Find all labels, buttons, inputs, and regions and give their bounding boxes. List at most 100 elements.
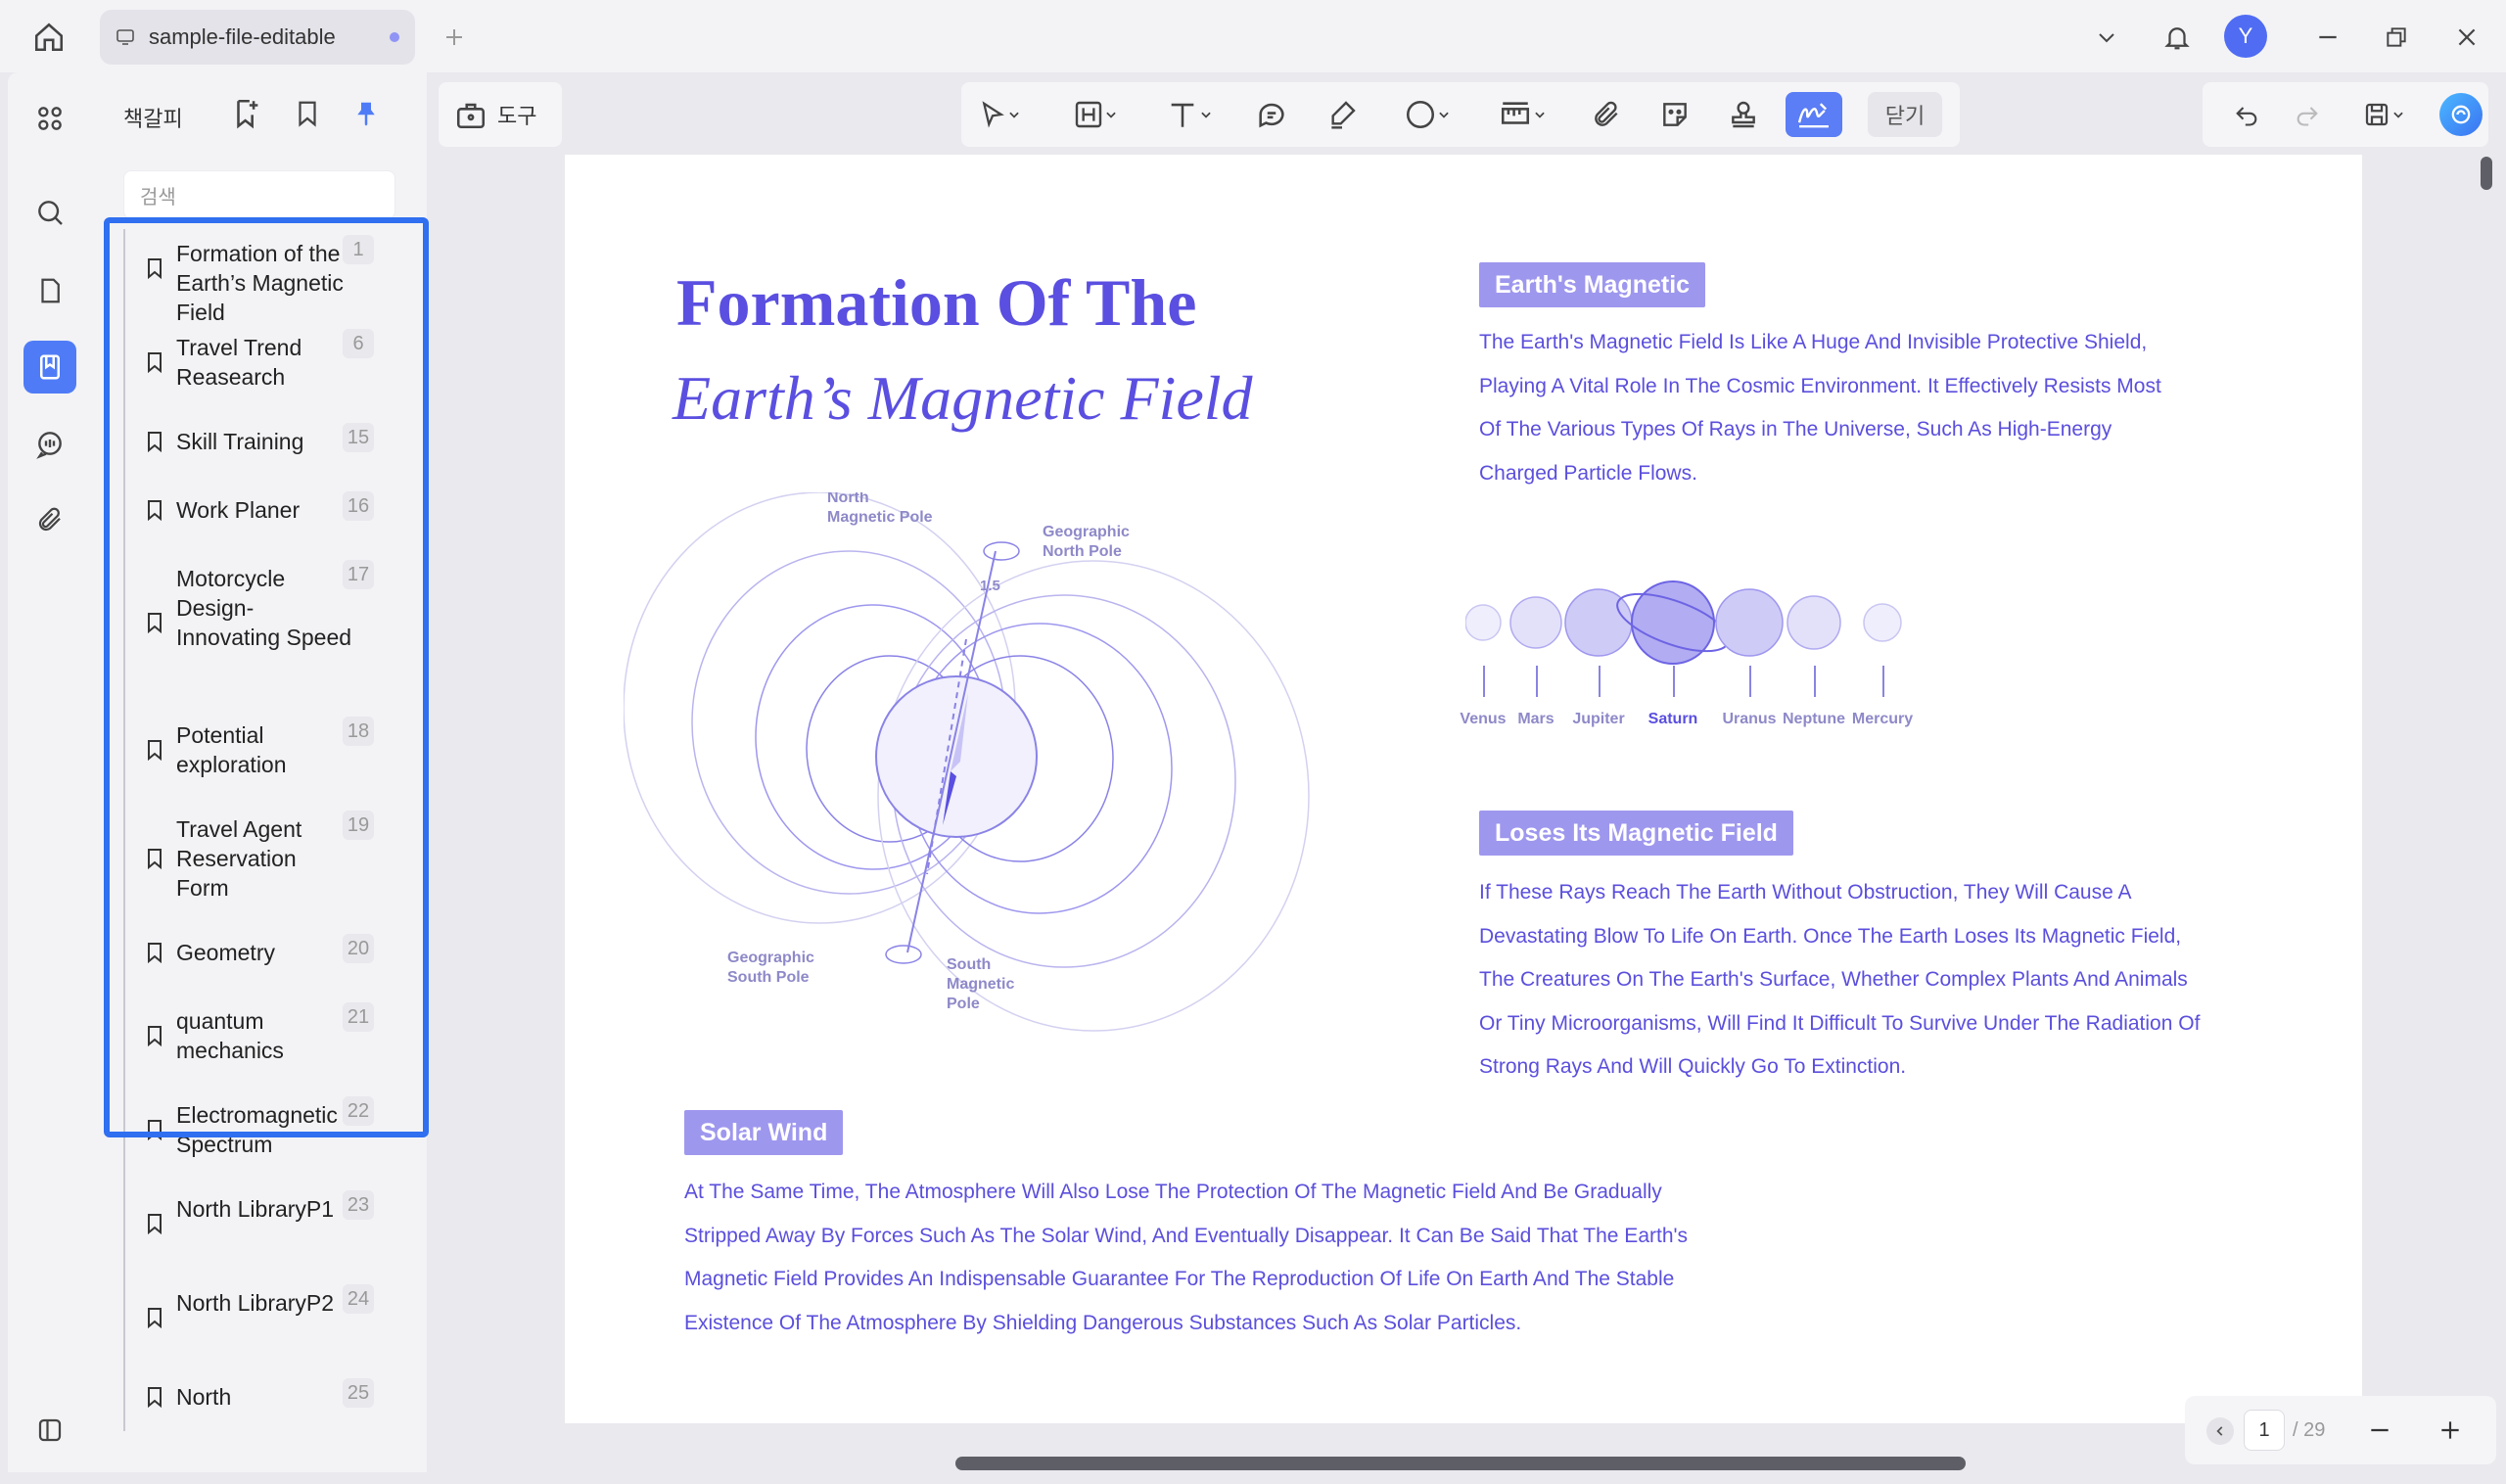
- svg-text:Geographic: Geographic: [1043, 524, 1130, 540]
- highlighter-icon[interactable]: [1320, 92, 1365, 137]
- page-number-input[interactable]: 1: [2244, 1410, 2285, 1451]
- bookmark-page-number: 19: [343, 811, 374, 840]
- prev-page-icon[interactable]: [2206, 1417, 2234, 1445]
- bookmark-panel-icon[interactable]: [23, 341, 76, 394]
- toolbox-icon: [456, 103, 486, 129]
- bookmark-item[interactable]: Geometry 20: [123, 928, 409, 997]
- bookmark-tree-line: [123, 928, 125, 997]
- comment-icon[interactable]: [1249, 92, 1294, 137]
- bookmark-page-number: 22: [343, 1096, 374, 1126]
- bookmark-item[interactable]: Work Planer 16: [123, 486, 409, 554]
- textbox-icon[interactable]: [1061, 92, 1130, 137]
- bookmark-page-number: 1: [343, 235, 374, 264]
- undo-icon[interactable]: [2224, 92, 2269, 137]
- bookmark-label: Work Planer: [176, 497, 301, 523]
- vertical-scrollbar[interactable]: [2481, 157, 2492, 190]
- shape-icon[interactable]: [1392, 92, 1462, 137]
- tools-label: 도구: [497, 104, 537, 128]
- signature-icon[interactable]: [1786, 92, 1842, 137]
- bell-icon[interactable]: [2154, 14, 2201, 61]
- stamp-icon[interactable]: [1721, 92, 1766, 137]
- bookmark-item[interactable]: North 25: [123, 1372, 409, 1431]
- bookmark-panel: 책갈피 검색 Formation of the Earth’s Magnetic…: [96, 72, 427, 1472]
- svg-text:South: South: [947, 956, 991, 973]
- bookmark-flag-icon: [145, 739, 164, 762]
- close-toolbar-button[interactable]: 닫기: [1868, 92, 1942, 137]
- layout-icon[interactable]: [23, 1404, 76, 1457]
- pin-icon[interactable]: [347, 94, 386, 133]
- bookmark-page-number: 6: [343, 329, 374, 358]
- bookmark-label: Formation of the Earth’s Magnetic Field: [176, 241, 344, 325]
- attach-file-icon[interactable]: [1584, 92, 1629, 137]
- redo-icon[interactable]: [2285, 92, 2330, 137]
- zoom-in-icon[interactable]: [2430, 1410, 2471, 1451]
- bookmark-label: Skill Training: [176, 429, 304, 454]
- chevron-down-icon[interactable]: [2083, 14, 2130, 61]
- planet-tick: [1749, 666, 1751, 697]
- measure-icon[interactable]: [1486, 92, 1558, 137]
- bookmark-page-number: 16: [343, 491, 374, 521]
- bookmark-item[interactable]: North LibraryP2 24: [123, 1278, 409, 1372]
- bookmark-label: Travel Trend Reasearch: [176, 335, 302, 390]
- bookmark-label: North LibraryP2: [176, 1290, 335, 1316]
- svg-text:North: North: [827, 492, 869, 506]
- bookmark-tree-line: [123, 229, 125, 323]
- bookmark-item[interactable]: Travel Trend Reasearch 6: [123, 323, 409, 417]
- apps-grid-icon[interactable]: [23, 92, 76, 145]
- section-heading-solar-wind: Solar Wind: [684, 1110, 844, 1155]
- save-icon[interactable]: [2349, 92, 2418, 137]
- bookmark-flag-icon: [145, 1025, 164, 1047]
- bookmark-item[interactable]: Potential exploration 18: [123, 711, 409, 805]
- text-icon[interactable]: [1153, 92, 1226, 137]
- bookmark-item[interactable]: Electromagnetic Spectrum 22: [123, 1090, 409, 1184]
- svg-text:South Pole: South Pole: [727, 969, 810, 986]
- bookmark-flag-icon: [145, 1213, 164, 1235]
- add-bookmark-icon[interactable]: [227, 94, 266, 133]
- section-heading-earths-magnetic: Earth's Magnetic: [1479, 262, 1706, 307]
- close-window-icon[interactable]: [2443, 14, 2490, 61]
- bookmark-flag-icon: [145, 499, 164, 522]
- home-icon[interactable]: [29, 18, 69, 57]
- minimize-icon[interactable]: [2304, 14, 2351, 61]
- pages-icon[interactable]: [23, 264, 76, 317]
- bookmark-flag-icon: [145, 612, 164, 634]
- bookmark-page-number: 17: [343, 560, 374, 589]
- planet-tick: [1814, 666, 1816, 697]
- svg-text:North Pole: North Pole: [1043, 543, 1122, 560]
- svg-text:Pole: Pole: [947, 996, 980, 1012]
- comments-icon[interactable]: [23, 417, 76, 470]
- search-icon[interactable]: [23, 186, 76, 239]
- document-tab[interactable]: sample-file-editable: [100, 10, 415, 65]
- bookmark-search-input[interactable]: 검색: [123, 170, 395, 219]
- bookmark-flag-icon: [145, 848, 164, 870]
- page-navigator: 1 / 29: [2185, 1396, 2496, 1464]
- bookmark-label: Travel Agent Reservation Form: [176, 816, 302, 901]
- bookmark-item[interactable]: Motorcycle Design-Innovating Speed 17: [123, 554, 409, 711]
- bookmark-item[interactable]: quantum mechanics 21: [123, 997, 409, 1090]
- restore-icon[interactable]: [2373, 14, 2420, 61]
- user-avatar[interactable]: Y: [2224, 15, 2267, 58]
- zoom-out-icon[interactable]: [2359, 1410, 2400, 1451]
- horizontal-scrollbar[interactable]: [955, 1457, 1966, 1470]
- bookmark-tree-line: [123, 1278, 125, 1372]
- bookmark-tree-line: [123, 1090, 125, 1184]
- bookmark-tree-line: [123, 997, 125, 1090]
- bookmark-item[interactable]: Skill Training 15: [123, 417, 409, 486]
- sticker-icon[interactable]: [1652, 92, 1697, 137]
- bookmark-item[interactable]: Travel Agent Reservation Form 19: [123, 805, 409, 928]
- left-rail: [8, 72, 96, 1472]
- attachment-icon[interactable]: [23, 493, 76, 546]
- tools-button[interactable]: 도구: [439, 82, 562, 147]
- new-tab-icon[interactable]: [437, 20, 472, 55]
- bookmark-item[interactable]: North LibraryP1 23: [123, 1184, 409, 1278]
- planet-tick: [1673, 666, 1675, 697]
- select-cursor-icon[interactable]: [971, 92, 1028, 137]
- bookmark-flag-icon: [145, 431, 164, 453]
- bookmark-item[interactable]: Formation of the Earth’s Magnetic Field 1: [123, 229, 409, 325]
- ai-assistant-icon[interactable]: [2439, 93, 2483, 136]
- bookmark-icon[interactable]: [288, 94, 327, 133]
- bookmark-tree-line: [123, 711, 125, 805]
- bookmark-flag-icon: [145, 1119, 164, 1141]
- bookmark-page-number: 18: [343, 717, 374, 746]
- angle-label: 1.5: [980, 578, 1000, 594]
